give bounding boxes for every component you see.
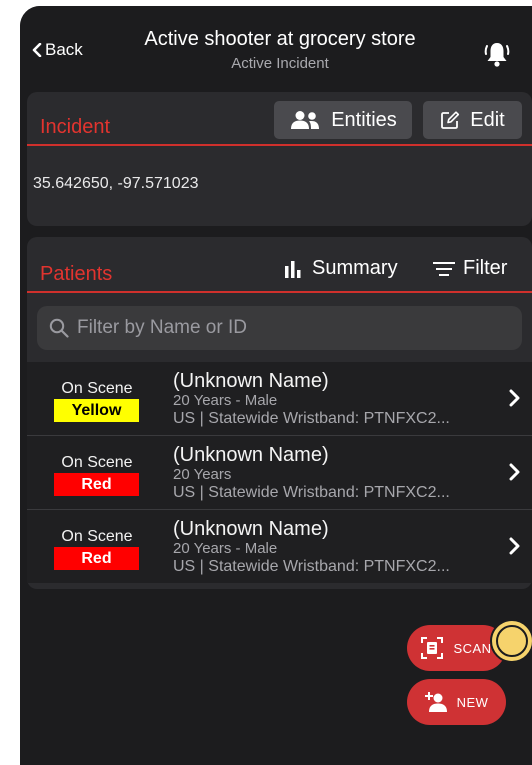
chevron-right-icon (509, 537, 520, 555)
new-label: NEW (456, 694, 489, 710)
summary-button[interactable]: Summary (284, 257, 398, 280)
patient-name: (Unknown Name) (173, 444, 329, 466)
patient-wristband: US | Statewide Wristband: PTNFXC2... (173, 410, 450, 427)
patient-name: (Unknown Name) (173, 518, 329, 540)
entities-button[interactable]: Entities (274, 101, 412, 139)
triage-tag: Yellow (54, 399, 139, 422)
new-patient-button[interactable]: NEW (407, 679, 506, 725)
scan-icon (421, 637, 444, 659)
bell-ringing-icon[interactable] (484, 40, 510, 68)
patient-age-sex: 20 Years - Male (173, 540, 278, 557)
search-input[interactable] (75, 316, 499, 340)
patient-wristband: US | Statewide Wristband: PTNFXC2... (173, 484, 450, 501)
patients-card: Patients Summary Filter Filter by Name o… (27, 237, 532, 589)
edit-icon (441, 111, 460, 129)
patient-status: On Scene (61, 528, 133, 545)
incident-divider (27, 144, 532, 146)
summary-label: Summary (312, 257, 398, 279)
incident-heading: Incident (40, 116, 111, 138)
navigation-bar: Back Active shooter at grocery store Act… (20, 6, 532, 80)
patient-age-sex: 20 Years - Male (173, 392, 278, 409)
patient-row[interactable]: On Scene Red (Unknown Name) 20 Years - M… (27, 509, 532, 583)
patient-status: On Scene (61, 454, 133, 471)
patient-wristband: US | Statewide Wristband: PTNFXC2... (173, 558, 450, 575)
app-screen: Back Active shooter at grocery store Act… (20, 6, 532, 765)
filter-lines-icon (433, 261, 455, 276)
users-icon (291, 111, 320, 129)
assistant-badge-icon[interactable] (490, 619, 532, 663)
patient-age-sex: 20 Years (173, 466, 232, 483)
filter-button[interactable]: Filter (433, 257, 507, 280)
scan-label: SCAN (453, 640, 492, 656)
triage-tag: Red (54, 547, 139, 570)
patient-status: On Scene (61, 380, 133, 397)
incident-coordinates: 35.642650, -97.571023 (33, 175, 199, 192)
patient-row[interactable]: On Scene Red (Unknown Name) 20 Years US … (27, 435, 532, 509)
search-icon (49, 318, 69, 338)
incident-card: Incident Entities Edit 35.642650, -97.57… (27, 92, 532, 226)
chevron-right-icon (509, 389, 520, 407)
page-title: Active shooter at grocery store (144, 28, 416, 50)
patient-search-field[interactable] (37, 306, 522, 350)
patient-list: On Scene Yellow (Unknown Name) 20 Years … (27, 362, 532, 583)
page-subtitle: Active Incident (231, 55, 329, 72)
add-user-icon (424, 692, 447, 712)
patients-heading: Patients (40, 263, 113, 285)
chevron-right-icon (509, 463, 520, 481)
triage-tag: Red (54, 473, 139, 496)
filter-label: Filter (463, 257, 508, 279)
patients-divider (27, 291, 532, 293)
badge-ring (496, 625, 528, 657)
patient-name: (Unknown Name) (173, 370, 329, 392)
patient-row[interactable]: On Scene Yellow (Unknown Name) 20 Years … (27, 362, 532, 435)
edit-label: Edit (470, 108, 505, 131)
entities-label: Entities (331, 108, 397, 131)
edit-button[interactable]: Edit (423, 101, 522, 139)
bar-chart-icon (285, 260, 301, 278)
